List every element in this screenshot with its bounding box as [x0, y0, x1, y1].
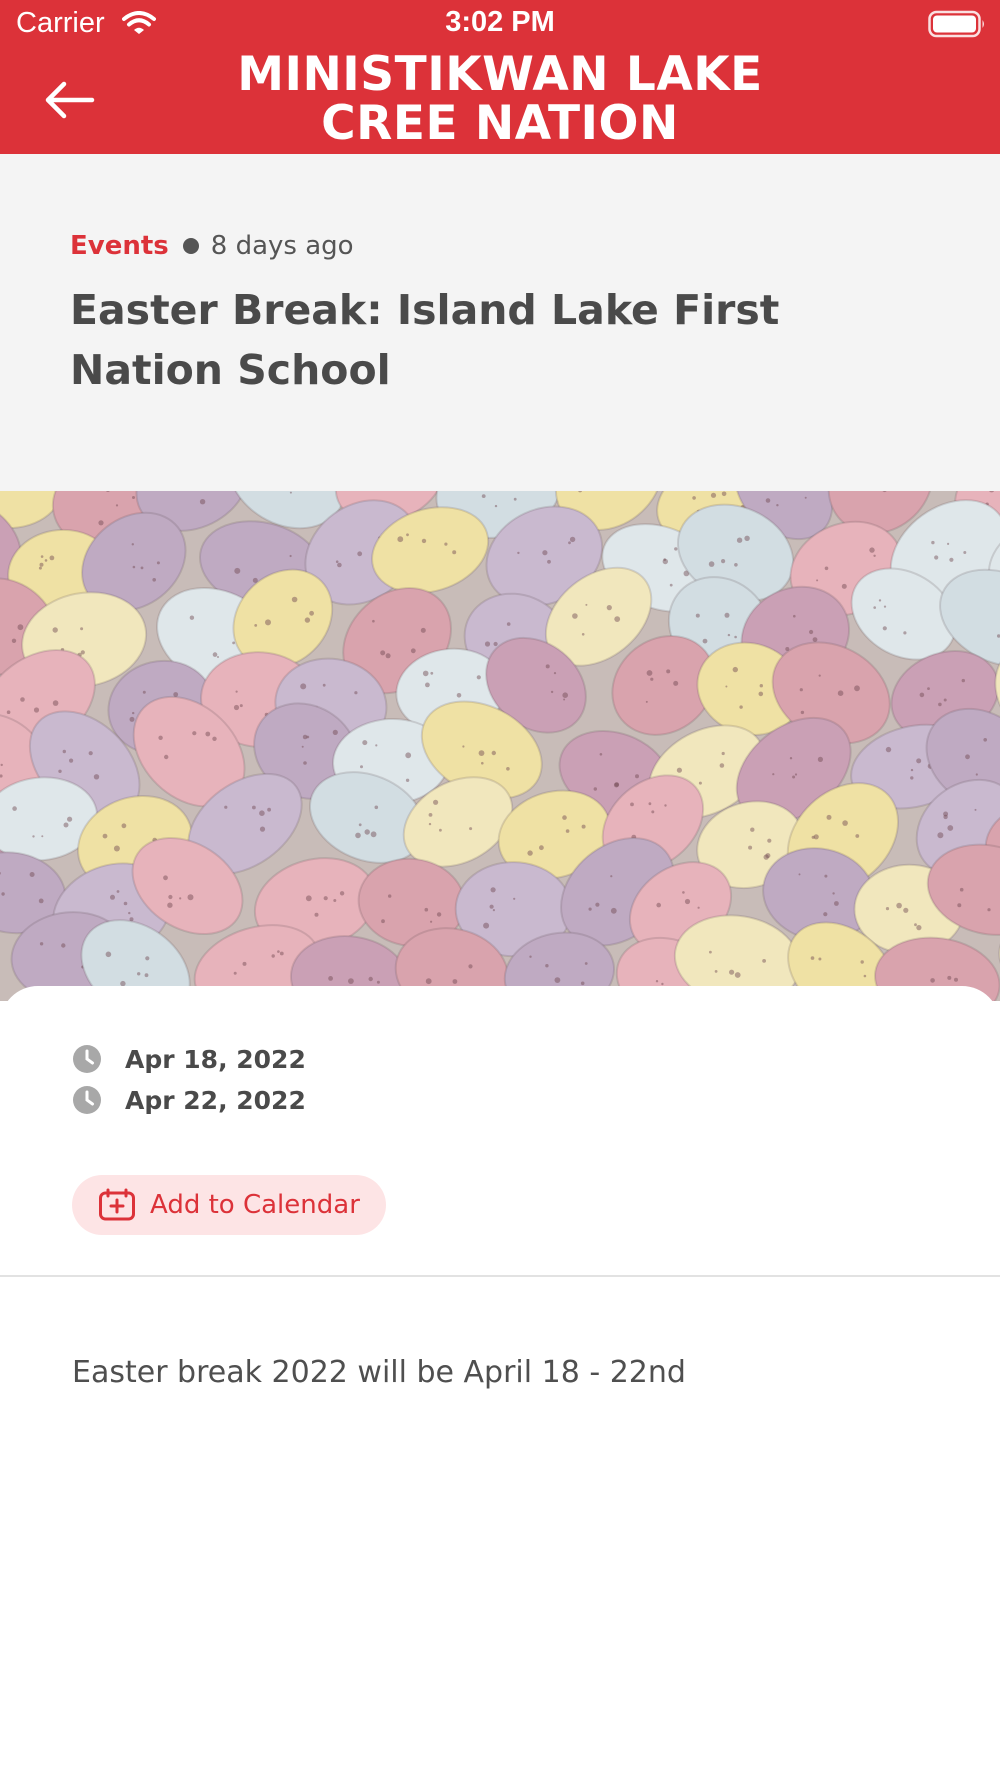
status-time: 3:02 PM — [445, 6, 555, 38]
calendar-add-icon — [98, 1188, 136, 1222]
separator-dot — [182, 238, 199, 254]
posted-time: 8 days ago — [210, 231, 354, 261]
brand-line-2: CREE NATION — [321, 96, 679, 151]
arrow-left-icon — [45, 81, 95, 119]
clock-icon — [73, 1045, 101, 1073]
add-to-calendar-button[interactable]: Add to Calendar — [72, 1175, 386, 1235]
status-bar: Carrier 3:02 PM — [0, 0, 1000, 50]
start-date-row: Apr 18, 2022 — [72, 1043, 306, 1075]
end-date: Apr 22, 2022 — [125, 1085, 306, 1115]
post-title: Easter Break: Island Lake First Nation S… — [70, 286, 780, 394]
post-meta: Events 8 days ago — [70, 228, 354, 264]
start-date: Apr 18, 2022 — [125, 1044, 306, 1074]
battery-icon — [928, 10, 986, 42]
brand-line-1: MINISTIKWAN LAKE — [237, 47, 763, 102]
add-to-calendar-label: Add to Calendar — [150, 1190, 360, 1220]
category-label[interactable]: Events — [70, 231, 169, 261]
event-image — [0, 491, 1000, 1001]
back-button[interactable] — [40, 72, 104, 128]
divider — [0, 1275, 1000, 1277]
end-date-row: Apr 22, 2022 — [72, 1084, 306, 1116]
event-description: Easter break 2022 will be April 18 - 22n… — [72, 1355, 686, 1390]
brand-logo: MINISTIKWAN LAKE CREE NATION — [200, 50, 800, 148]
clock-icon — [73, 1086, 101, 1114]
app-header: Carrier 3:02 PM MINISTIKWAN LAKE CREE NA… — [0, 0, 1000, 154]
